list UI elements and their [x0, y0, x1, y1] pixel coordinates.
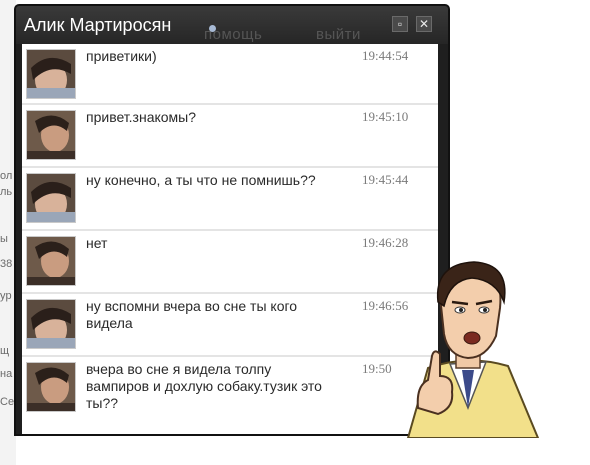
message-item: ну конечно, а ты что не помнишь?? 19:45:…: [22, 168, 438, 231]
minimize-button[interactable]: ▫: [392, 16, 408, 32]
avatar: [26, 173, 76, 223]
close-button[interactable]: ✕: [416, 16, 432, 32]
avatar: [26, 299, 76, 349]
chat-window: помощь выйти Алик Мартиросян ▫ ✕ привети…: [14, 4, 450, 436]
message-text: привет.знакомы?: [86, 109, 197, 125]
message-text: нет: [86, 235, 108, 251]
avatar: [26, 49, 76, 99]
message-time: 19:45:10: [362, 109, 409, 124]
message-item: вчера во сне я видела толпу вампиров и д…: [22, 357, 438, 434]
avatar: [26, 362, 76, 412]
message-item: привет.знакомы? 19:45:10: [22, 105, 438, 168]
avatar: [26, 236, 76, 286]
online-status-icon: [209, 25, 216, 32]
message-text: ну вспомни вчера во сне ты кого видела: [86, 298, 298, 331]
avatar: [26, 110, 76, 160]
title-bar[interactable]: помощь выйти Алик Мартиросян ▫ ✕: [16, 6, 448, 44]
message-item: приветики) 19:44:54: [22, 44, 438, 105]
message-time: 19:46:28: [362, 235, 409, 250]
contact-name: Алик Мартиросян: [24, 15, 172, 35]
message-list[interactable]: приветики) 19:44:54 привет.знакомы? 19:4…: [22, 44, 438, 434]
message-item: ну вспомни вчера во сне ты кого видела 1…: [22, 294, 438, 357]
message-time: 19:44:54: [362, 48, 409, 63]
thumbs-up-character-image: [406, 261, 540, 438]
message-item: нет 19:46:28: [22, 231, 438, 294]
message-text: приветики): [86, 48, 157, 64]
background-tab-exit: выйти: [316, 26, 361, 43]
message-text: вчера во сне я видела толпу вампиров и д…: [86, 361, 322, 411]
message-text: ну конечно, а ты что не помнишь??: [86, 172, 316, 188]
message-time: 19:45:44: [362, 172, 409, 187]
